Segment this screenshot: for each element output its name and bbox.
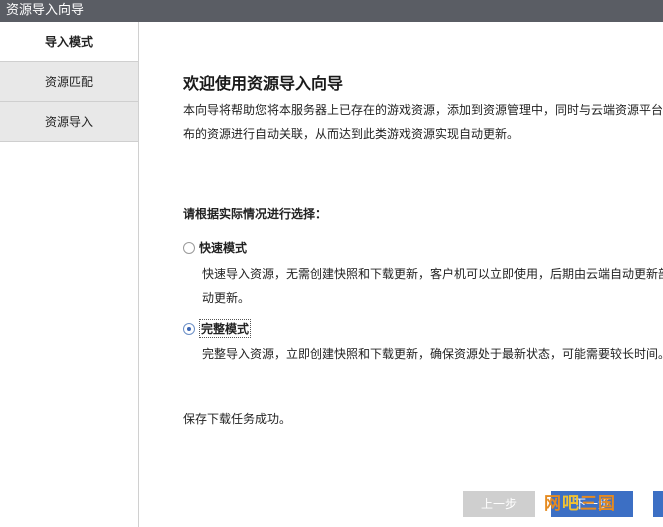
intro-line-2: 布的资源进行自动关联，从而达到此类游戏资源实现自动更新。 <box>183 127 520 141</box>
window-title: 资源导入向导 <box>0 0 663 22</box>
sidebar: 导入模式 资源匹配 资源导入 <box>0 22 139 527</box>
quick-mode-desc-line-2: 动更新。 <box>202 291 251 305</box>
watermark-part-3: 三国 <box>580 494 616 514</box>
quick-mode-option[interactable]: 快速模式 <box>183 239 247 256</box>
full-mode-option[interactable]: 完整模式 <box>183 319 252 338</box>
full-mode-label[interactable]: 完整模式 <box>199 319 252 338</box>
full-mode-radio[interactable] <box>183 322 195 335</box>
sidebar-item-resource-import[interactable]: 资源导入 <box>0 102 138 142</box>
intro-line-1: 本向导将帮助您将本服务器上已存在的游戏资源，添加到资源管理中，同时与云端资源平台 <box>183 103 663 117</box>
sidebar-item-resource-match[interactable]: 资源匹配 <box>0 62 138 102</box>
choose-label: 请根据实际情况进行选择： <box>183 207 328 221</box>
finish-button-edge[interactable] <box>653 491 663 517</box>
page-title: 欢迎使用资源导入向导 <box>183 74 344 93</box>
quick-mode-label[interactable]: 快速模式 <box>199 239 247 256</box>
intro-text: 本向导将帮助您将本服务器上已存在的游戏资源，添加到资源管理中，同时与云端资源平台… <box>183 98 663 146</box>
prev-button[interactable]: 上一步 <box>463 491 535 517</box>
status-message: 保存下载任务成功。 <box>183 412 292 426</box>
full-mode-desc-line-1: 完整导入资源，立即创建快照和下载更新，确保资源处于最新状态，可能需要较长时间。 <box>202 347 663 361</box>
quick-mode-desc-line-1: 快速导入资源，无需创建快照和下载更新，客户机可以立即使用，后期由云端自动更新部 <box>202 267 663 281</box>
watermark-logo: 网吧三国 <box>544 489 616 514</box>
watermark-part-2: 吧 <box>562 494 580 514</box>
quick-mode-description: 快速导入资源，无需创建快照和下载更新，客户机可以立即使用，后期由云端自动更新部 … <box>202 262 663 310</box>
full-mode-description: 完整导入资源，立即创建快照和下载更新，确保资源处于最新状态，可能需要较长时间。 <box>202 342 663 366</box>
watermark-part-1: 网 <box>544 494 562 514</box>
sidebar-item-import-mode[interactable]: 导入模式 <box>0 22 138 62</box>
main-panel: 欢迎使用资源导入向导 本向导将帮助您将本服务器上已存在的游戏资源，添加到资源管理… <box>139 22 663 527</box>
quick-mode-radio[interactable] <box>183 241 195 254</box>
